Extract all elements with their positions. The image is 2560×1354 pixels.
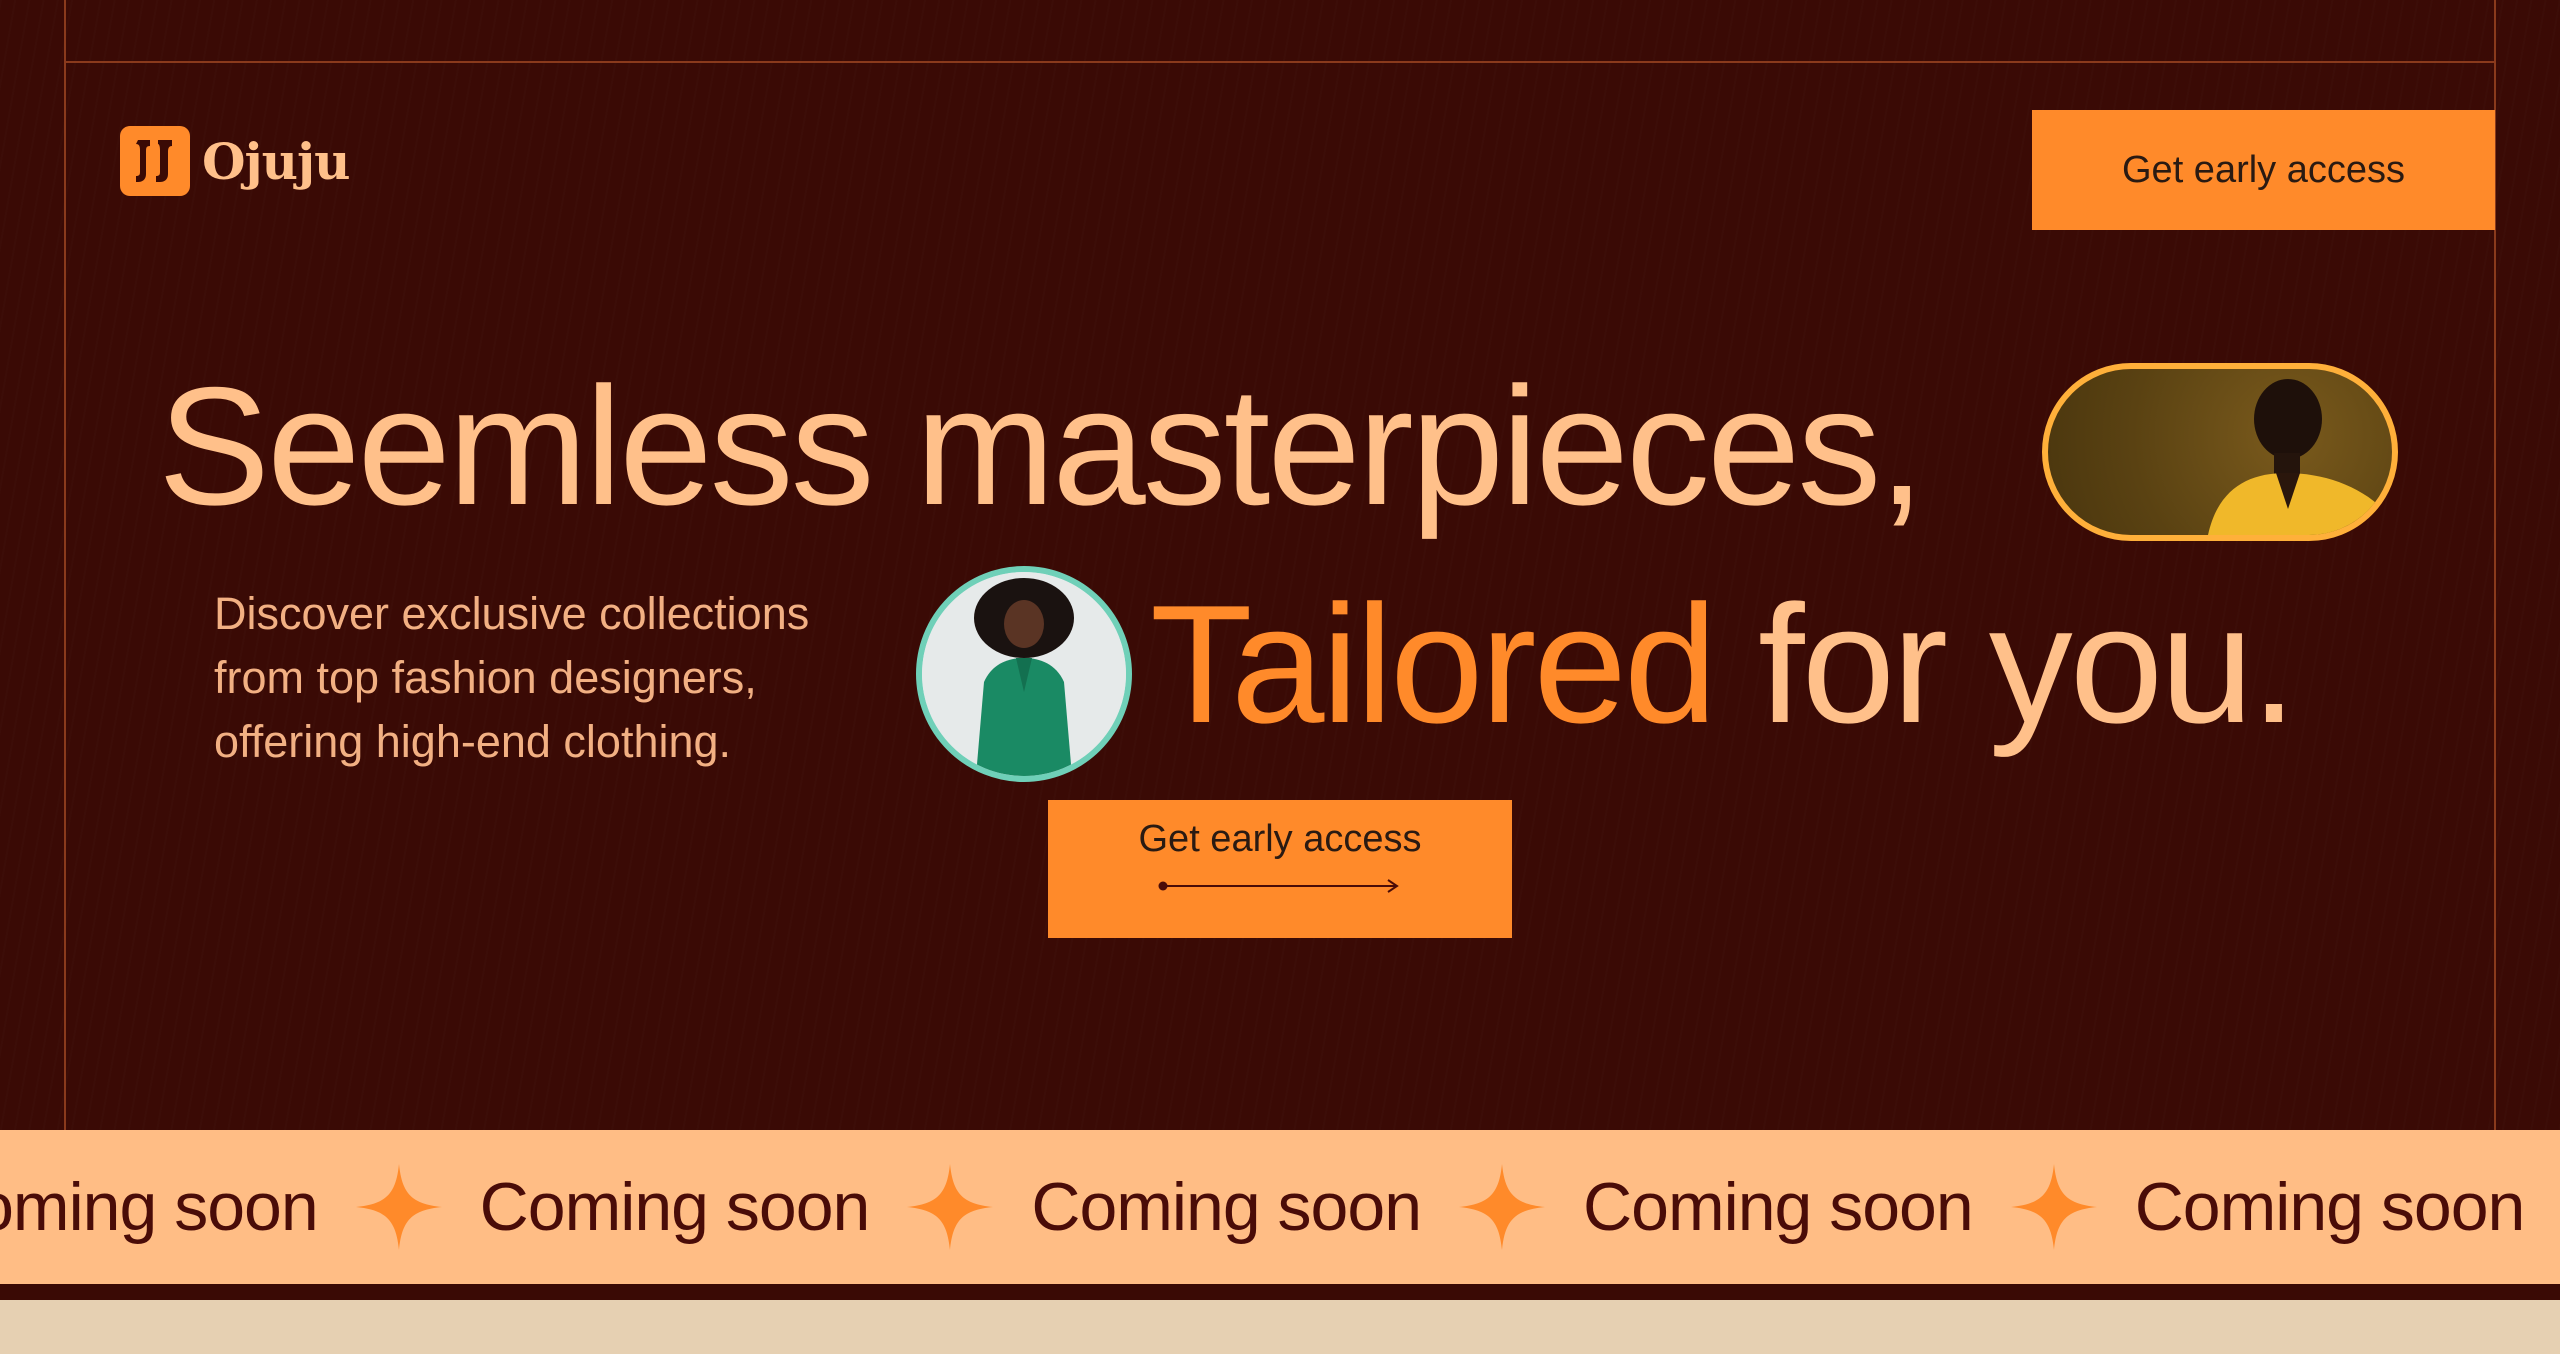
ticker-item: Coming soon — [442, 1164, 994, 1250]
frame-top-line — [64, 61, 2495, 63]
sparkle-star-icon — [355, 1164, 442, 1250]
ticker-text: Coming soon — [479, 1169, 871, 1245]
hero-description: Discover exclusive collections from top … — [214, 588, 810, 767]
ticker-text: Coming soon — [1583, 1169, 1974, 1245]
hero-early-access-button[interactable]: Get early access — [1048, 800, 1512, 938]
brand-logo[interactable]: Ojuju — [120, 126, 350, 196]
ticker-item: Coming soon — [0, 1164, 442, 1250]
nav-early-access-button[interactable]: Get early access — [2032, 110, 2495, 230]
ticker-item: Coming soon — [2097, 1164, 2560, 1250]
ticker-item: Coming soon — [993, 1164, 1546, 1250]
ticker-track: Coming soon Coming soon Coming soon Comi… — [0, 1130, 2560, 1284]
headline-line-2: Tailored for you. — [1150, 580, 2297, 748]
ticker-text: Coming soon — [0, 1169, 319, 1245]
next-section — [0, 1300, 2560, 1354]
headline-line-1: Seemless masterpieces, — [158, 352, 1925, 540]
frame-left-line — [64, 0, 66, 1130]
ticker-item: Coming soon — [1545, 1164, 2097, 1250]
sparkle-star-icon — [2010, 1164, 2097, 1250]
sparkle-star-icon — [907, 1164, 994, 1250]
model-pill-image — [2042, 363, 2398, 541]
model-circle-image — [916, 566, 1132, 782]
brand-name: Ojuju — [202, 131, 350, 191]
headline-accent-word: Tailored — [1150, 570, 1717, 758]
ojuju-logo-icon — [120, 126, 190, 196]
section-divider — [0, 1284, 2560, 1300]
ticker-text: Coming soon — [2134, 1169, 2526, 1245]
arrow-right-icon — [1158, 861, 1402, 904]
headline-rest: for you. — [1714, 570, 2297, 758]
coming-soon-ticker: Coming soon Coming soon Coming soon Comi… — [0, 1130, 2560, 1284]
sparkle-star-icon — [1459, 1164, 1546, 1250]
ticker-text: Coming soon — [1031, 1169, 1422, 1245]
hero-cta-label: Get early access — [1138, 818, 1422, 860]
